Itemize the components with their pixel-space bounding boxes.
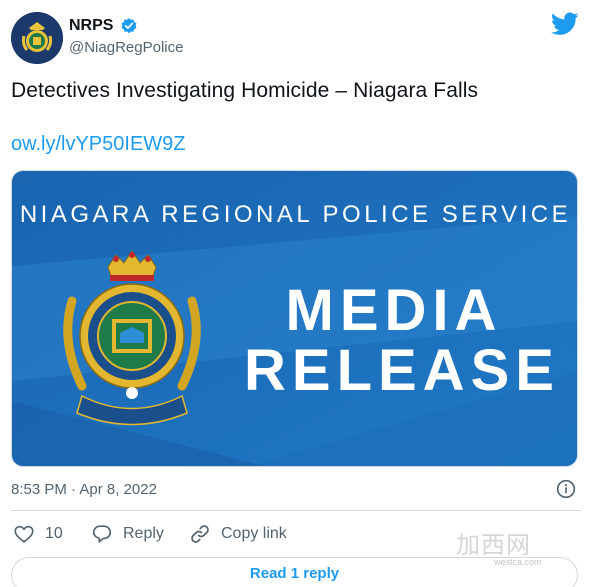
info-icon[interactable] <box>556 479 576 499</box>
media-headline-line2: RELEASE <box>244 338 560 403</box>
author-names: NRPS @NiagRegPolice <box>69 17 183 56</box>
heart-icon <box>14 525 34 543</box>
tweet-link[interactable]: ow.ly/lvYP50IEW9Z <box>11 133 186 156</box>
avatar[interactable] <box>11 12 63 64</box>
reply-button[interactable]: Reply <box>91 521 164 547</box>
tweet-timestamp[interactable]: 8:53 PM · Apr 8, 2022 <box>11 481 157 498</box>
read-replies-button[interactable]: Read 1 reply <box>11 557 578 587</box>
watermark-logo: 加西网 <box>456 531 531 559</box>
watermark-url: westca.com <box>494 557 542 567</box>
like-count: 10 <box>45 525 63 542</box>
police-crest-icon <box>11 12 63 64</box>
reply-label: Reply <box>123 525 164 542</box>
media-image[interactable]: NIAGARA REGIONAL POLICE SERVICE MEDIA RE… <box>11 170 578 467</box>
tweet-text: Detectives Investigating Homicide – Niag… <box>11 79 479 102</box>
media-org-name: NIAGARA REGIONAL POLICE SERVICE <box>19 201 572 228</box>
reply-icon <box>92 525 112 543</box>
verified-badge-icon <box>121 18 137 34</box>
link-icon <box>191 525 209 543</box>
copy-link-label: Copy link <box>221 525 287 542</box>
author-handle[interactable]: @NiagRegPolice <box>69 39 183 56</box>
copy-link-button[interactable]: Copy link <box>189 521 287 547</box>
divider <box>11 510 581 511</box>
display-name[interactable]: NRPS <box>69 17 113 35</box>
tweet-header: NRPS @NiagRegPolice <box>11 12 581 68</box>
media-headline-line1: MEDIA <box>285 278 503 343</box>
twitter-bird-icon[interactable] <box>551 12 579 36</box>
like-button[interactable]: 10 <box>13 521 63 547</box>
